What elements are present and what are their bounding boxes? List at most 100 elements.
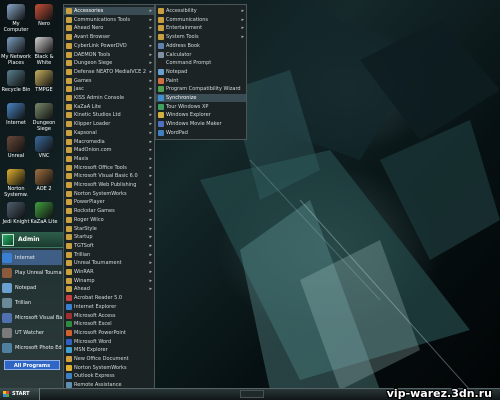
desktop-icon[interactable]: Recycle Bin	[1, 70, 31, 93]
start-menu-item[interactable]: UT Watcher	[2, 325, 62, 340]
menu-item[interactable]: Notepad	[156, 68, 246, 76]
menu-item[interactable]: Jasc ▸	[64, 85, 154, 93]
start-menu-item-label: Notepad	[15, 284, 37, 291]
menu-item[interactable]: Kinetic Studios Ltd ▸	[64, 111, 154, 119]
menu-item[interactable]: Microsoft Web Publishing ▸	[64, 181, 154, 189]
menu-item[interactable]: Roger Wilco ▸	[64, 216, 154, 224]
menu-item[interactable]: MSN Explorer	[64, 346, 154, 354]
desktop-icon-label: Jedi Knight	[2, 219, 30, 225]
menu-item[interactable]: Microsoft PowerPoint	[64, 329, 154, 337]
menu-item[interactable]: Windows Movie Maker	[156, 120, 246, 128]
submenu-arrow-icon: ▸	[149, 234, 152, 241]
menu-item-label: Microsoft Word	[74, 338, 112, 345]
folder-icon	[66, 242, 72, 249]
start-menu-item[interactable]: Microsoft Photo Editor	[2, 340, 62, 355]
menu-item[interactable]: CyberLink PowerDVD ▸	[64, 42, 154, 50]
menu-item-label: Communications	[166, 16, 209, 23]
menu-item[interactable]: Macromedia ▸	[64, 138, 154, 146]
menu-item[interactable]: Acrobat Reader 5.0	[64, 294, 154, 302]
menu-item[interactable]: Outlook Express	[64, 372, 154, 380]
menu-item[interactable]: Avant Browser ▸	[64, 33, 154, 41]
start-menu-item[interactable]: Microsoft Visual Basic 6.0	[2, 310, 62, 325]
menu-item[interactable]: Kapsonal ▸	[64, 129, 154, 137]
menu-item-label: Trillian	[74, 251, 91, 258]
desktop-icon[interactable]: Jedi Knight	[1, 202, 31, 225]
menu-item[interactable]: Norton SystemWorks ▸	[64, 190, 154, 198]
menu-item[interactable]: KISS Admin Console ▸	[64, 94, 154, 102]
all-programs-button[interactable]: All Programs	[4, 360, 60, 370]
menu-item[interactable]: Dungeon Siege ▸	[64, 59, 154, 67]
desktop-icon[interactable]: Unreal	[1, 136, 31, 159]
menu-item[interactable]: Defense NEATO MediaIVCE 2 ▸	[64, 68, 154, 76]
menu-item[interactable]: Accessibility ▸	[156, 7, 246, 15]
desktop-icon[interactable]: TMPGE	[29, 70, 59, 93]
menu-item-label: Startup	[74, 234, 93, 241]
start-menu-item[interactable]: Internet	[2, 250, 62, 265]
desktop-icon[interactable]: My Computer	[1, 4, 31, 33]
menu-item[interactable]: Microsoft Excel	[64, 320, 154, 328]
desktop-icon[interactable]: Dungeon Siege	[29, 103, 59, 132]
desktop-icon[interactable]: Black & White	[29, 37, 59, 66]
desktop-icon[interactable]: VNC	[29, 136, 59, 159]
desktop-icon[interactable]: Norton Systemw.	[1, 169, 31, 198]
menu-item[interactable]: Windows Explorer	[156, 111, 246, 119]
menu-item[interactable]: Maxis ▸	[64, 155, 154, 163]
menu-item[interactable]: Synchronize	[156, 94, 246, 102]
menu-item[interactable]: Paint	[156, 77, 246, 85]
menu-item[interactable]: Trillian ▸	[64, 251, 154, 259]
menu-item[interactable]: DAEMON Tools ▸	[64, 51, 154, 59]
desktop-icon[interactable]: AOE 2	[29, 169, 59, 192]
menu-item[interactable]: KaZaA Lite ▸	[64, 103, 154, 111]
menu-item[interactable]: Address Book	[156, 42, 246, 50]
menu-item-label: Windows Explorer	[166, 112, 211, 119]
menu-item[interactable]: Entertainment ▸	[156, 24, 246, 32]
folder-icon	[66, 25, 72, 32]
menu-item[interactable]: System Tools ▸	[156, 33, 246, 41]
aoe2-icon	[35, 169, 53, 185]
menu-item[interactable]: Microsoft Access	[64, 312, 154, 320]
desktop-icon[interactable]: My Network Places	[1, 37, 31, 66]
menu-item[interactable]: TGTSoft ▸	[64, 242, 154, 250]
menu-item[interactable]: Communications Tools ▸	[64, 16, 154, 24]
menu-item[interactable]: Accessories ▸	[64, 7, 154, 15]
menu-item[interactable]: Communications ▸	[156, 16, 246, 24]
menu-item-label: Dungeon Siege	[74, 60, 113, 67]
start-menu-item[interactable]: Play Unreal Tournament	[2, 265, 62, 280]
start-button[interactable]: START	[0, 388, 40, 400]
menu-item[interactable]: Microsoft Visual Basic 6.0 ▸	[64, 172, 154, 180]
menu-item-label: Tour Windows XP	[166, 103, 209, 110]
desktop-icon[interactable]: Nero	[29, 4, 59, 27]
menu-item[interactable]: Program Compatibility Wizard	[156, 85, 246, 93]
submenu-arrow-icon: ▸	[149, 68, 152, 75]
menu-item[interactable]: Calculator	[156, 51, 246, 59]
menu-item[interactable]: Microsoft Office Tools ▸	[64, 164, 154, 172]
submenu-arrow-icon: ▸	[149, 129, 152, 136]
menu-item[interactable]: PowerPlayer ▸	[64, 198, 154, 206]
menu-item[interactable]: MadOnion.com ▸	[64, 146, 154, 154]
menu-item[interactable]: Ahead ▸	[64, 285, 154, 293]
kazaa-icon	[35, 202, 53, 218]
menu-item[interactable]: Command Prompt	[156, 59, 246, 67]
start-menu-item[interactable]: Notepad	[2, 280, 62, 295]
menu-item[interactable]: Rockstar Games ▸	[64, 207, 154, 215]
menu-item[interactable]: Klipper Loader ▸	[64, 120, 154, 128]
menu-item[interactable]: Ahead Nero ▸	[64, 24, 154, 32]
menu-item[interactable]: Unreal Tournament ▸	[64, 259, 154, 267]
menu-item[interactable]: New Office Document	[64, 355, 154, 363]
menu-item[interactable]: StarStyle ▸	[64, 225, 154, 233]
folder-icon	[66, 260, 72, 267]
menu-item[interactable]: Winamp ▸	[64, 277, 154, 285]
desktop-icon[interactable]: Internet	[1, 103, 31, 126]
menu-item[interactable]: Norton SystemWorks	[64, 364, 154, 372]
menu-item[interactable]: WordPad	[156, 129, 246, 137]
menu-item[interactable]: Tour Windows XP	[156, 103, 246, 111]
taskbar-tray[interactable]	[240, 390, 264, 398]
menu-item[interactable]: Games ▸	[64, 77, 154, 85]
menu-item[interactable]: WinRAR ▸	[64, 268, 154, 276]
submenu-arrow-icon: ▸	[241, 34, 244, 41]
menu-item[interactable]: Internet Explorer	[64, 303, 154, 311]
start-menu-item[interactable]: Trillian	[2, 295, 62, 310]
menu-item[interactable]: Microsoft Word	[64, 338, 154, 346]
desktop-icon[interactable]: KaZaA Lite	[29, 202, 59, 225]
menu-item[interactable]: Startup ▸	[64, 233, 154, 241]
